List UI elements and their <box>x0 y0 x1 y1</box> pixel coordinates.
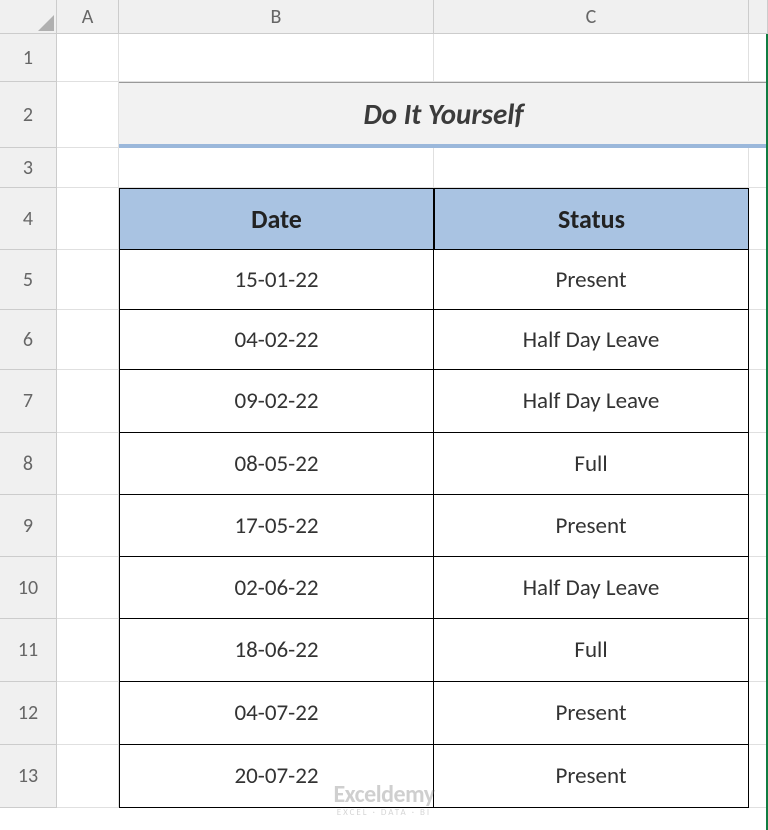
cell-A2[interactable] <box>57 82 119 148</box>
cell-C9[interactable]: Present <box>434 495 749 557</box>
spreadsheet-grid: A B C 1 2 Do It Yourself 3 4 Date Status… <box>0 0 768 808</box>
cell-A6[interactable] <box>57 310 119 370</box>
col-header-C[interactable]: C <box>434 0 749 34</box>
cell-A10[interactable] <box>57 557 119 619</box>
title-cell[interactable]: Do It Yourself <box>119 82 768 148</box>
row-header-13[interactable]: 13 <box>0 745 57 808</box>
cell-C11[interactable]: Full <box>434 619 749 682</box>
row-header-6[interactable]: 6 <box>0 310 57 370</box>
cell-B8[interactable]: 08-05-22 <box>119 433 434 495</box>
cell-A4[interactable] <box>57 188 119 250</box>
cell-B3[interactable] <box>119 148 434 188</box>
table-header-date[interactable]: Date <box>119 188 434 250</box>
row-header-7[interactable]: 7 <box>0 370 57 433</box>
watermark-tag: EXCEL · DATA · BI <box>333 808 434 818</box>
cell-C13[interactable]: Present <box>434 745 749 808</box>
col-header-B[interactable]: B <box>119 0 434 34</box>
cell-C8[interactable]: Full <box>434 433 749 495</box>
cell-A9[interactable] <box>57 495 119 557</box>
row-header-10[interactable]: 10 <box>0 557 57 619</box>
cell-B9[interactable]: 17-05-22 <box>119 495 434 557</box>
cell-A1[interactable] <box>57 34 119 82</box>
cell-B7[interactable]: 09-02-22 <box>119 370 434 433</box>
cell-C7[interactable]: Half Day Leave <box>434 370 749 433</box>
cell-A13[interactable] <box>57 745 119 808</box>
col-header-partial[interactable] <box>749 0 768 34</box>
cell-C10[interactable]: Half Day Leave <box>434 557 749 619</box>
cell-C12[interactable]: Present <box>434 682 749 745</box>
row-header-8[interactable]: 8 <box>0 433 57 495</box>
row-header-12[interactable]: 12 <box>0 682 57 745</box>
cell-B12[interactable]: 04-07-22 <box>119 682 434 745</box>
cell-B1[interactable] <box>119 34 434 82</box>
cell-B11[interactable]: 18-06-22 <box>119 619 434 682</box>
cell-B5[interactable]: 15-01-22 <box>119 250 434 310</box>
cell-A5[interactable] <box>57 250 119 310</box>
row-header-11[interactable]: 11 <box>0 619 57 682</box>
cell-A3[interactable] <box>57 148 119 188</box>
row-header-3[interactable]: 3 <box>0 148 57 188</box>
row-header-2[interactable]: 2 <box>0 82 57 148</box>
cell-C1[interactable] <box>434 34 749 82</box>
cell-A8[interactable] <box>57 433 119 495</box>
cell-B6[interactable]: 04-02-22 <box>119 310 434 370</box>
cell-A11[interactable] <box>57 619 119 682</box>
cell-C5[interactable]: Present <box>434 250 749 310</box>
cell-B10[interactable]: 02-06-22 <box>119 557 434 619</box>
cell-C6[interactable]: Half Day Leave <box>434 310 749 370</box>
row-header-9[interactable]: 9 <box>0 495 57 557</box>
row-header-5[interactable]: 5 <box>0 250 57 310</box>
row-header-4[interactable]: 4 <box>0 188 57 250</box>
cell-C3[interactable] <box>434 148 749 188</box>
cell-A12[interactable] <box>57 682 119 745</box>
select-all-corner[interactable] <box>0 0 57 34</box>
col-header-A[interactable]: A <box>57 0 119 34</box>
cell-A7[interactable] <box>57 370 119 433</box>
table-header-status[interactable]: Status <box>434 188 749 250</box>
cell-B13[interactable]: 20-07-22 <box>119 745 434 808</box>
row-header-1[interactable]: 1 <box>0 34 57 82</box>
